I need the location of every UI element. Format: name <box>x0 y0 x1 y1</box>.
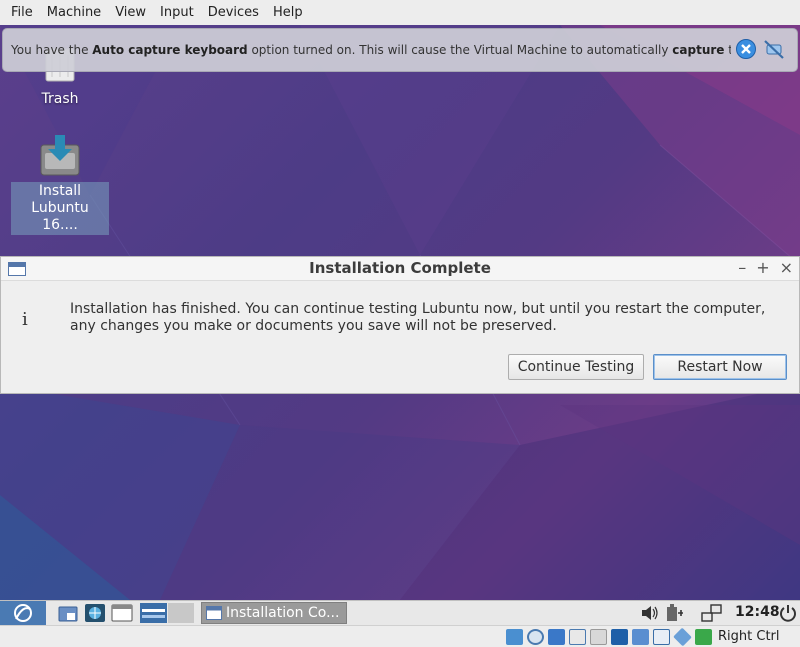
start-menu-button[interactable] <box>0 601 46 625</box>
notification-text: You have the Auto capture keyboard optio… <box>11 43 731 57</box>
display-icon[interactable] <box>611 629 628 645</box>
close-icon <box>736 39 756 59</box>
optical-drive-icon[interactable] <box>527 629 544 645</box>
maximize-button[interactable]: + <box>756 258 769 277</box>
volume-icon[interactable] <box>640 604 660 622</box>
battery-power-icon[interactable] <box>664 603 686 623</box>
menu-file[interactable]: File <box>4 0 40 25</box>
workspace-switcher[interactable] <box>140 603 194 623</box>
network-globe-icon <box>85 604 105 622</box>
close-notification-button[interactable] <box>735 38 757 60</box>
menu-input[interactable]: Input <box>153 0 201 25</box>
file-manager-launcher[interactable] <box>57 603 79 623</box>
browser-launcher[interactable] <box>84 603 106 623</box>
hard-disk-icon[interactable] <box>506 629 523 645</box>
desktop-icon-label: Trash <box>41 91 79 107</box>
info-icon: i <box>22 309 28 330</box>
window-icon <box>206 606 222 620</box>
menu-help[interactable]: Help <box>266 0 310 25</box>
audio-icon[interactable] <box>548 629 565 645</box>
vbox-menubar: File Machine View Input Devices Help <box>0 0 800 25</box>
host-key-label: Right Ctrl <box>718 629 780 644</box>
folder-icon <box>58 606 78 622</box>
terminal-launcher[interactable] <box>111 603 133 623</box>
power-icon[interactable] <box>778 603 798 623</box>
vbox-statusbar: Right Ctrl <box>0 625 800 647</box>
window-icon <box>111 604 133 622</box>
menu-view[interactable]: View <box>108 0 153 25</box>
guest-panel: Installation Co... 12:48 <box>0 600 800 625</box>
workspace-2[interactable] <box>168 603 194 623</box>
shared-folder-icon[interactable] <box>590 629 607 645</box>
cpu-icon[interactable] <box>673 627 692 647</box>
workspace-1[interactable] <box>140 603 167 623</box>
panel-clock[interactable]: 12:48 <box>735 604 780 620</box>
dialog-message: Installation has finished. You can conti… <box>70 301 766 334</box>
continue-testing-button[interactable]: Continue Testing <box>508 354 644 380</box>
taskbar-item-installation[interactable]: Installation Co... <box>201 602 347 624</box>
video-capture-icon[interactable] <box>653 629 670 645</box>
dialog-title: Installation Complete <box>309 259 491 277</box>
installation-complete-dialog: Installation Complete – + × i Installati… <box>0 256 800 394</box>
lubuntu-logo-icon <box>14 604 32 622</box>
menu-devices[interactable]: Devices <box>201 0 266 25</box>
dialog-titlebar[interactable]: Installation Complete – + × <box>1 257 799 281</box>
taskbar-item-label: Installation Co... <box>226 605 340 621</box>
restart-now-button[interactable]: Restart Now <box>653 354 787 380</box>
network-icon[interactable] <box>700 603 724 623</box>
auto-capture-notification: You have the Auto capture keyboard optio… <box>2 28 798 72</box>
desktop-icon-install-lubuntu[interactable]: Install Lubuntu 16.... <box>10 133 110 235</box>
desktop-icon-label: Install Lubuntu 16.... <box>11 182 109 235</box>
menu-machine[interactable]: Machine <box>40 0 108 25</box>
disable-notifications-button[interactable] <box>763 38 785 60</box>
mouse-integration-icon[interactable] <box>695 629 712 645</box>
usb-icon[interactable] <box>632 629 649 645</box>
network-adapter-icon[interactable] <box>569 629 586 645</box>
mute-notifications-icon <box>764 40 784 59</box>
minimize-button[interactable]: – <box>738 258 746 277</box>
close-button[interactable]: × <box>780 258 793 277</box>
installer-icon <box>40 135 80 176</box>
